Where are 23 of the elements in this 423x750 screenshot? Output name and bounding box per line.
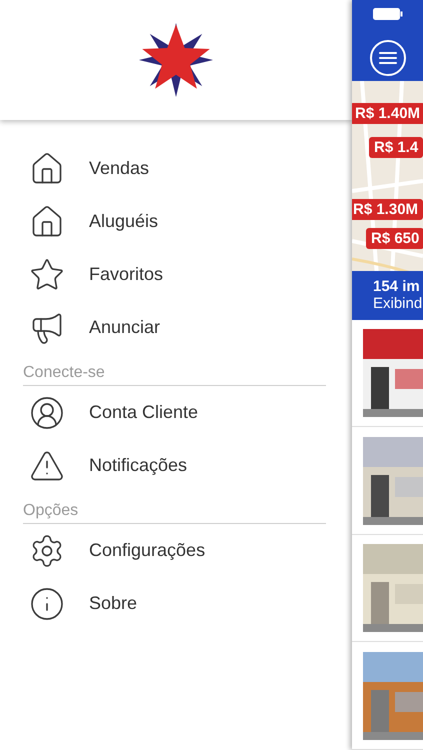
menu-item[interactable]: Sobre [0, 577, 352, 630]
price-marker[interactable]: R$ 1.4 [369, 137, 423, 158]
info-icon [29, 586, 65, 622]
menu-item[interactable]: Configurações [0, 524, 352, 577]
menu-item[interactable]: Favoritos [0, 248, 352, 301]
map[interactable]: R$ 1.40M R$ 1.4 R$ 1.30M R$ 650 [352, 81, 423, 272]
menu-item[interactable]: Vendas [0, 142, 352, 195]
menu-button[interactable] [370, 40, 406, 76]
star-icon [29, 256, 65, 292]
result-subtitle: Exibind [373, 295, 423, 312]
menu-item[interactable]: Aluguéis [0, 195, 352, 248]
price-marker[interactable]: R$ 650 [366, 228, 423, 250]
battery-icon [372, 8, 402, 20]
price-marker[interactable]: R$ 1.30M [352, 199, 423, 220]
price-marker[interactable]: R$ 1.40M [352, 103, 423, 124]
user-icon [29, 394, 65, 430]
section-header: Conecte-se [23, 364, 326, 386]
menu-item[interactable]: Notificações [0, 439, 352, 492]
menu-icon [378, 51, 396, 65]
result-count: 154 im [373, 278, 421, 296]
menu-item[interactable]: Conta Cliente [0, 386, 352, 439]
menu-item[interactable]: Anunciar [0, 301, 352, 354]
section-header: Opções [23, 502, 326, 524]
